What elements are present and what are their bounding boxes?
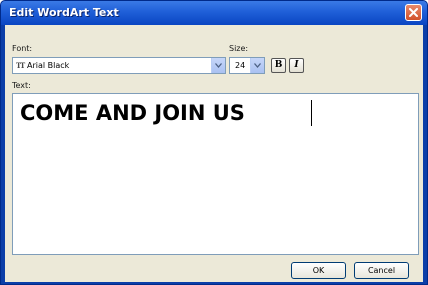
dialog-body: Font: TT Arial Black Size: 24 B I Text: … [5,25,423,282]
italic-button[interactable]: I [289,58,304,73]
close-button[interactable] [405,4,422,21]
dialog-title: Edit WordArt Text [9,6,119,19]
chevron-down-icon [215,63,222,68]
size-label: Size: [229,44,249,53]
wordart-text-input[interactable]: COME AND JOIN US [12,93,419,255]
truetype-font-icon: TT [16,61,25,70]
chevron-down-icon [254,63,261,68]
text-caret [311,100,312,126]
close-icon [409,8,418,17]
ok-button[interactable]: OK [291,262,346,279]
size-dropdown[interactable]: 24 [229,57,265,74]
wordart-text-value: COME AND JOIN US [20,101,245,125]
title-bar[interactable]: Edit WordArt Text [1,1,427,25]
font-value: Arial Black [27,61,70,70]
font-dropdown[interactable]: TT Arial Black [12,57,226,74]
text-label: Text: [12,81,31,90]
edit-wordart-dialog: Edit WordArt Text Font: TT Arial Black S… [0,0,428,285]
size-value: 24 [235,61,246,70]
bold-button[interactable]: B [271,58,286,73]
size-dropdown-button[interactable] [250,58,264,73]
cancel-button[interactable]: Cancel [354,262,409,279]
font-dropdown-button[interactable] [211,58,225,73]
font-label: Font: [12,44,33,53]
